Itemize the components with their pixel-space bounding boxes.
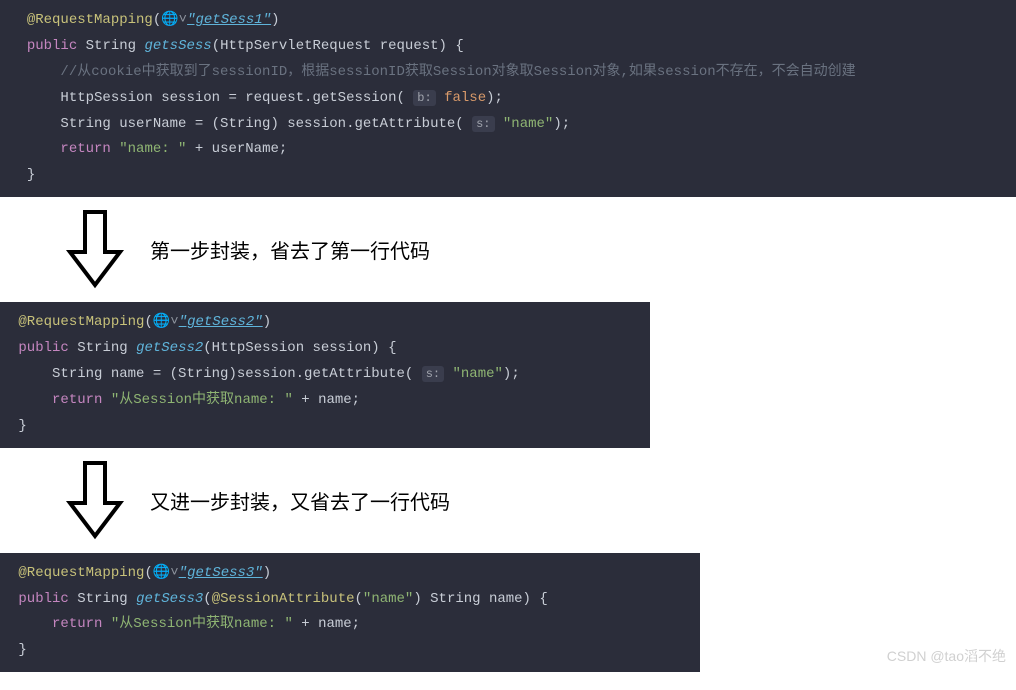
code-block-1: @RequestMapping(🌐˅"getSess1") public Str…	[0, 0, 1016, 197]
keyword-public: public	[27, 38, 77, 54]
keyword-public: public	[18, 591, 68, 607]
session-attribute-annotation: @SessionAttribute	[212, 591, 355, 607]
globe-icon: 🌐˅	[153, 565, 179, 581]
keyword-return: return	[52, 616, 102, 632]
method-name: getSess3	[136, 591, 203, 607]
annotation: @RequestMapping	[18, 565, 144, 581]
keyword-return: return	[60, 141, 110, 157]
comment-line: //从cookie中获取到了sessionID，根据sessionID获取Ses…	[60, 64, 855, 80]
param-hint: b:	[413, 90, 435, 106]
globe-icon: 🌐˅	[161, 12, 187, 28]
mapping-value: "getSess2"	[179, 314, 263, 330]
mapping-value: "getSess1"	[187, 12, 271, 28]
method-name: getsSess	[144, 38, 211, 54]
arrow-caption-2: 又进一步封装，又省去了一行代码	[150, 486, 450, 515]
param-hint: s:	[472, 116, 494, 132]
method-name: getSess2	[136, 340, 203, 356]
code-block-3: @RequestMapping(🌐˅"getSess3") public Str…	[0, 553, 700, 673]
annotation: @RequestMapping	[27, 12, 153, 28]
keyword-public: public	[18, 340, 68, 356]
arrow-down-icon	[60, 458, 130, 543]
annotation: @RequestMapping	[18, 314, 144, 330]
arrow-caption-1: 第一步封装，省去了第一行代码	[150, 235, 430, 264]
globe-icon: 🌐˅	[153, 314, 179, 330]
arrow-row-2: 又进一步封装，又省去了一行代码	[0, 448, 1016, 553]
code-block-2: @RequestMapping(🌐˅"getSess2") public Str…	[0, 302, 650, 447]
keyword-return: return	[52, 392, 102, 408]
arrow-row-1: 第一步封装，省去了第一行代码	[0, 197, 1016, 302]
mapping-value: "getSess3"	[179, 565, 263, 581]
arrow-down-icon	[60, 207, 130, 292]
param-hint: s:	[422, 366, 444, 382]
watermark: CSDN @tao滔不绝	[887, 646, 1006, 666]
